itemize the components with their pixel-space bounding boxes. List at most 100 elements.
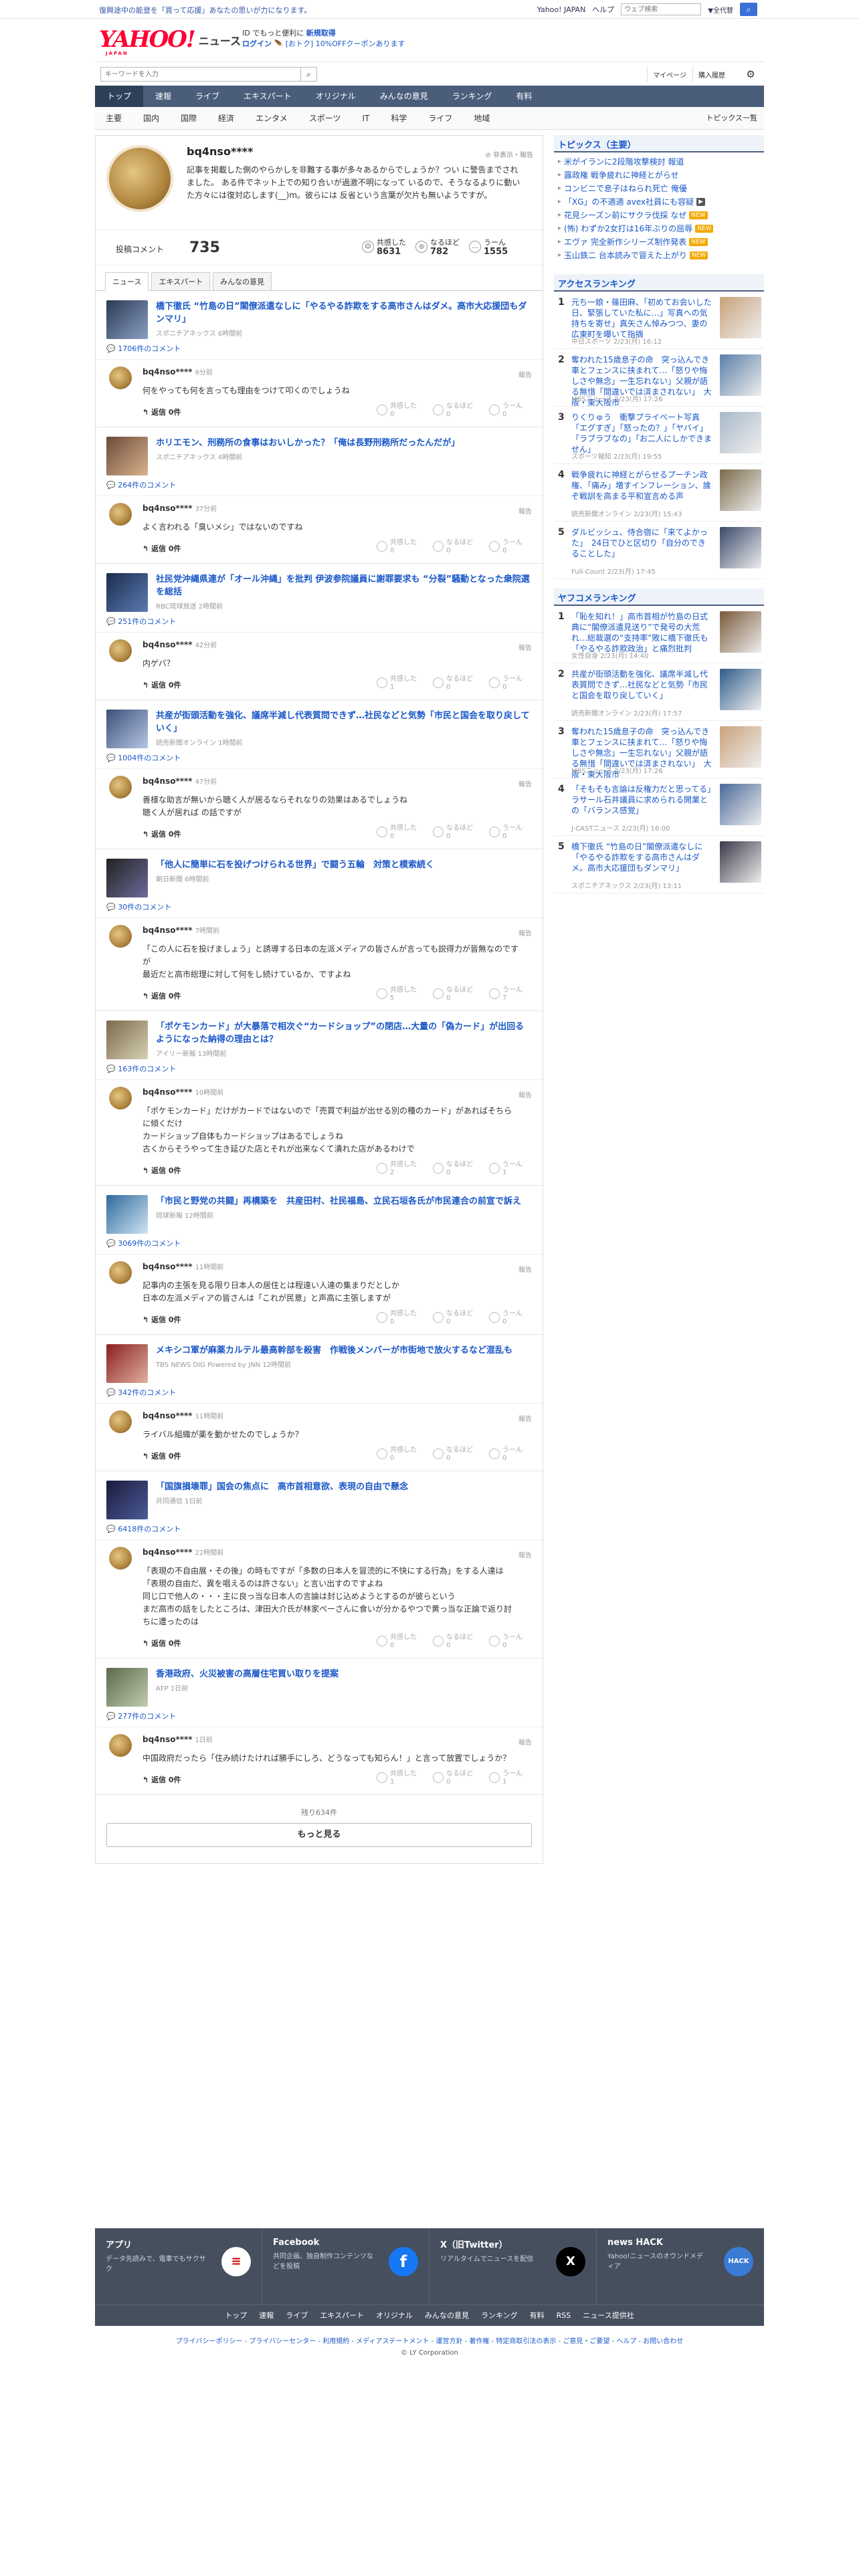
footer-nav-link[interactable]: 有料 xyxy=(524,2311,551,2320)
article-card[interactable]: 橋下徹氏 “竹島の日”閣僚派遣なしに「やるやる詐欺をする高市さんはダメ。高市大応… xyxy=(96,291,543,342)
subnav-entertainment[interactable]: エンタメ xyxy=(245,107,298,129)
topic-item[interactable]: 「XG」の不適適 avex社員にも容疑▶ xyxy=(558,195,760,209)
comment-count-link[interactable]: 💬 342件のコメント xyxy=(96,1386,543,1404)
subnav-domestic[interactable]: 国内 xyxy=(132,107,170,129)
topic-item[interactable]: 露政権 戦争疲れに神経とがらせ xyxy=(558,169,760,182)
subnav-world[interactable]: 国際 xyxy=(170,107,207,129)
tab-news[interactable]: ニュース xyxy=(105,272,149,291)
comment-count-link[interactable]: 💬 277件のコメント xyxy=(96,1709,543,1727)
comment-username[interactable]: bq4nso**** xyxy=(142,1087,193,1097)
reaction-empathy-button[interactable]: 共感した 2 xyxy=(377,1161,417,1177)
footer-nav-link[interactable]: オリジナル xyxy=(370,2311,419,2320)
article-card[interactable]: 共産が街頭活動を強化、議席半減し代表質問できず…社民などと気勢「市民と国会を取り… xyxy=(96,700,543,751)
tab-expert[interactable]: エキスパート xyxy=(151,272,211,290)
ranking-item[interactable]: 1 「恥を知れ！」高市首相が竹島の日式典に“閣僚派遣見送り”で発号の大荒れ…総裁… xyxy=(554,606,764,663)
subnav-sports[interactable]: スポーツ xyxy=(298,107,352,129)
article-title[interactable]: メキシコ軍が麻薬カルテル最高幹部を殺害 作戦後メンバーが市街地で放火するなど混乱… xyxy=(156,1344,512,1357)
article-title[interactable]: 「国旗損壊罪」国会の焦点に 高市首相意欲、表現の自由で懸念 xyxy=(156,1481,408,1493)
subnav-science[interactable]: 科学 xyxy=(380,107,417,129)
ranking-item[interactable]: 2 共産が街頭活動を強化、議席半減し代表質問できず…社民などと気勢「市民と国会を… xyxy=(554,663,764,721)
report-link[interactable]: 報告 xyxy=(518,1549,532,1560)
reaction-empathy-button[interactable]: 共感した 0 xyxy=(377,539,417,555)
report-link[interactable]: 報告 xyxy=(518,778,532,788)
topics-list-link[interactable]: トピックス一覧 xyxy=(706,107,757,130)
comment-username[interactable]: bq4nso**** xyxy=(142,926,193,935)
reaction-empathy-button[interactable]: 共感した 0 xyxy=(377,1634,417,1650)
comment-count-link[interactable]: 💬 163件のコメント xyxy=(96,1062,543,1080)
article-card[interactable]: 香港政府、火災被害の高層住宅買い取りを提案 AFP 1日前 xyxy=(96,1658,543,1709)
footer-x[interactable]: X（旧Twitter） リアルタイムでニュースを配信 X xyxy=(430,2228,597,2304)
ranking-item[interactable]: 2 奪われた15歳息子の命 突っ込んでき車とフェンスに挟まれて…「怒りや悔しさや… xyxy=(554,349,764,407)
footer-nav-link[interactable]: ライブ xyxy=(280,2311,314,2320)
topic-item[interactable]: (怖) わずか2女打は16年ぶりの屈辱NEW xyxy=(558,222,760,235)
tab-opinions[interactable]: みんなの意見 xyxy=(213,272,272,290)
article-card[interactable]: 社民党沖縄県連が「オール沖縄」を批判 伊波参院議員に謝罪要求も “分裂”騒動とな… xyxy=(96,564,543,615)
reaction-insight-button[interactable]: なるほど 0 xyxy=(433,675,473,691)
footer-nav-link[interactable]: 速報 xyxy=(253,2311,280,2320)
reaction-empathy-button[interactable]: 共感した 0 xyxy=(377,825,417,841)
topic-item[interactable]: 米がイランに2段階攻撃検討 報道 xyxy=(558,155,760,169)
comment-username[interactable]: bq4nso**** xyxy=(142,776,193,786)
subnav-economy[interactable]: 経済 xyxy=(207,107,245,129)
article-card[interactable]: 「他人に簡単に石を投げつけられる世界」で闘う五輪 対策と模索続く 朝日新聞 6時… xyxy=(96,849,543,900)
rank-title[interactable]: 共産が街頭活動を強化、議席半減し代表質問できず…社民などと気勢「市民と国会を取り… xyxy=(571,669,713,701)
subnav-main[interactable]: 主要 xyxy=(95,107,132,129)
reaction-hmm-button[interactable]: うーん 0 xyxy=(489,675,522,691)
rank-title[interactable]: 橋下徹氏 “竹島の日”閣僚派遣なしに「やるやる詐欺をする高市さんはダメ。高市大応… xyxy=(571,841,713,873)
rank-title[interactable]: 「そもそも言論は反権力だと思ってる」ラサール石井議員に求められる開業との「バラン… xyxy=(571,784,713,816)
rank-title[interactable]: 戦争疲れに神経とがらせるプーチン政権、「痛み」増すインフレーション、誰ぞ戦訓を高… xyxy=(571,469,713,502)
reply-toggle[interactable]: ↰ 返信 0件 xyxy=(142,1451,181,1461)
reply-toggle[interactable]: ↰ 返信 0件 xyxy=(142,990,181,1001)
footer-app[interactable]: アプリ データ先読みで、電車でもサクサク ≡ xyxy=(95,2228,262,2304)
article-card[interactable]: 「ポケモンカード」が大暴落で相次ぐ“カードショップ”の閉店…大量の「偽カード」が… xyxy=(96,1011,543,1062)
purchase-history-button[interactable]: 購入履歴 xyxy=(692,67,731,82)
comment-username[interactable]: bq4nso**** xyxy=(142,1735,193,1744)
article-card[interactable]: 「市民と野党の共闘」再構築を 共産田村、社民福島、立民石垣各氏が市民連合の前宣で… xyxy=(96,1186,543,1237)
reaction-insight-button[interactable]: なるほど 0 xyxy=(433,986,473,1002)
nav-original[interactable]: オリジナル xyxy=(304,86,368,107)
footer-facebook[interactable]: Facebook 共同企画、独自制作コンテンツなどを投稿 f xyxy=(262,2228,430,2304)
reaction-hmm-button[interactable]: うーん 1 xyxy=(489,1161,522,1177)
ranking-item[interactable]: 3 奪われた15歳息子の命 突っ込んでき車とフェンスに挟まれて…「怒りや悔しさや… xyxy=(554,721,764,779)
comment-username[interactable]: bq4nso**** xyxy=(142,1262,193,1271)
search-scope-button[interactable]: ▼全代替 xyxy=(708,5,733,15)
report-link[interactable]: 報告 xyxy=(518,369,532,379)
reaction-hmm-button[interactable]: うーん 1 xyxy=(489,1770,522,1786)
ranking-item[interactable]: 3 りくりゅう 衝撃プライベート写真「エグすぎ」「怒ったの？」「ヤバイ」「ラブラ… xyxy=(554,407,764,464)
reply-toggle[interactable]: ↰ 返信 0件 xyxy=(142,543,181,554)
subnav-local[interactable]: 地域 xyxy=(463,107,500,129)
comment-username[interactable]: bq4nso**** xyxy=(142,367,193,377)
article-title[interactable]: 「ポケモンカード」が大暴落で相次ぐ“カードショップ”の閉店…大量の「偽カード」が… xyxy=(156,1021,532,1046)
ranking-item[interactable]: 5 ダルビッシュ、侍合宿に「来てよかった」 24日でひと区切り「自分のできること… xyxy=(554,522,764,579)
nav-ranking[interactable]: ランキング xyxy=(440,86,504,107)
ranking-item[interactable]: 1 元ち一娘・篠田麻、「初めてお会いした日、緊張していた私に…」写真への気持ちを… xyxy=(554,292,764,349)
comment-count-link[interactable]: 💬 30件のコメント xyxy=(96,900,543,918)
reaction-hmm-button[interactable]: うーん 0 xyxy=(489,403,522,419)
mypage-button[interactable]: マイページ xyxy=(647,67,692,82)
reaction-hmm-button[interactable]: うーん 0 xyxy=(489,825,522,841)
reaction-insight-button[interactable]: なるほど 0 xyxy=(433,1161,473,1177)
article-title[interactable]: 社民党沖縄県連が「オール沖縄」を批判 伊波参院議員に謝罪要求も “分裂”騒動とな… xyxy=(156,573,532,599)
reply-toggle[interactable]: ↰ 返信 0件 xyxy=(142,679,181,690)
article-title[interactable]: 香港政府、火災被害の高層住宅買い取りを提案 xyxy=(156,1668,339,1681)
nav-expert[interactable]: エキスパート xyxy=(231,86,304,107)
report-link[interactable]: 報告 xyxy=(518,1089,532,1099)
reaction-empathy-button[interactable]: 共感した 0 xyxy=(377,1446,417,1463)
article-title[interactable]: 橋下徹氏 “竹島の日”閣僚派遣なしに「やるやる詐欺をする高市さんはダメ。高市大応… xyxy=(156,300,532,326)
comment-count-link[interactable]: 💬 251件のコメント xyxy=(96,615,543,633)
reaction-empathy-button[interactable]: 共感した 5 xyxy=(377,986,417,1002)
article-title[interactable]: 共産が街頭活動を強化、議席半減し代表質問できず…社民などと気勢「市民と国会を取り… xyxy=(156,710,532,735)
article-title[interactable]: 「他人に簡単に石を投げつけられる世界」で闘う五輪 対策と模索続く xyxy=(156,859,434,871)
nav-top[interactable]: トップ xyxy=(95,86,144,107)
article-title[interactable]: 「市民と野党の共闘」再構築を 共産田村、社民福島、立民石垣各氏が市民連合の前宣で… xyxy=(156,1195,521,1208)
show-more-button[interactable]: もっと見る xyxy=(106,1823,532,1847)
ranking-item[interactable]: 4 「そもそも言論は反権力だと思ってる」ラサール石井議員に求められる開業との「バ… xyxy=(554,778,764,836)
comment-count-link[interactable]: 💬 6418件のコメント xyxy=(96,1522,543,1540)
article-card[interactable]: 「国旗損壊罪」国会の焦点に 高市首相意欲、表現の自由で懸念 共同通信 1日前 xyxy=(96,1471,543,1522)
topic-item[interactable]: 玉山鉄二 台本読みで冒えた上がりNEW xyxy=(558,249,760,262)
yahoo-japan-link[interactable]: Yahoo! JAPAN xyxy=(537,5,586,14)
reaction-hmm-button[interactable]: うーん 7 xyxy=(489,986,522,1002)
footer-nav-link[interactable]: ランキング xyxy=(475,2311,524,2320)
reaction-hmm-button[interactable]: うーん 0 xyxy=(489,1446,522,1463)
rank-title[interactable]: 元ち一娘・篠田麻、「初めてお会いした日、緊張していた私に…」写真への気持ちを寄せ… xyxy=(571,297,713,340)
